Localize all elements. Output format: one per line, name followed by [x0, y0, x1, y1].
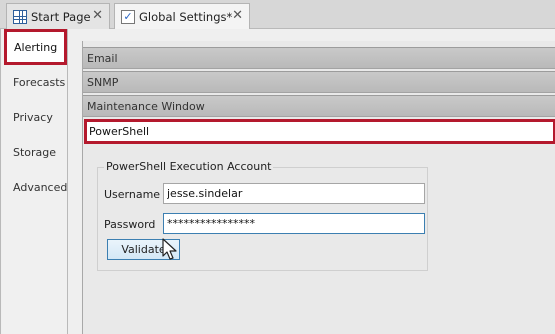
tab-global-settings[interactable]: ✓ Global Settings* ✕ [114, 3, 250, 30]
sidebar-item-label: Advanced [13, 180, 68, 194]
powershell-account-group: PowerShell Execution Account Username Pa… [97, 160, 428, 271]
sidebar-item-label: Alerting [14, 40, 58, 54]
username-label: Username [104, 188, 161, 201]
document-tab-strip: Start Page ✕ ✓ Global Settings* ✕ [0, 0, 555, 30]
tab-start-page[interactable]: Start Page ✕ [6, 3, 110, 29]
settings-sidebar: Alerting Forecasts Privacy Storage Advan… [2, 29, 68, 334]
sidebar-item-privacy[interactable]: Privacy [2, 101, 68, 133]
password-label: Password [104, 218, 156, 231]
checklist-icon: ✓ [121, 10, 135, 24]
username-field[interactable] [163, 183, 425, 204]
sidebar-item-label: Privacy [13, 110, 53, 124]
section-label: Email [87, 51, 118, 65]
group-title: PowerShell Execution Account [104, 160, 274, 173]
section-label: SNMP [87, 75, 119, 89]
sidebar-item-advanced[interactable]: Advanced [2, 171, 68, 203]
section-powershell[interactable]: PowerShell [84, 119, 555, 144]
sidebar-item-alerting[interactable]: Alerting [4, 29, 67, 65]
tab-label: Global Settings* [139, 10, 233, 24]
settings-workspace: Alerting Forecasts Privacy Storage Advan… [0, 29, 555, 334]
sidebar-item-label: Forecasts [13, 75, 66, 89]
mouse-pointer-icon [162, 238, 177, 260]
section-snmp[interactable]: SNMP [83, 71, 555, 93]
section-label: Maintenance Window [87, 99, 205, 113]
password-field[interactable] [163, 213, 425, 234]
section-email[interactable]: Email [83, 47, 555, 69]
section-label: PowerShell [89, 125, 150, 138]
grid-icon [13, 9, 27, 24]
section-maintenance-window[interactable]: Maintenance Window [83, 95, 555, 117]
tab-label: Start Page [31, 9, 91, 24]
close-icon[interactable]: ✕ [92, 9, 103, 23]
sidebar-item-forecasts[interactable]: Forecasts [2, 66, 68, 98]
close-icon[interactable]: ✕ [232, 9, 243, 23]
sidebar-item-storage[interactable]: Storage [2, 136, 68, 168]
sidebar-item-label: Storage [13, 145, 57, 159]
alerting-panel: Email SNMP Maintenance Window PowerShell… [82, 41, 555, 334]
